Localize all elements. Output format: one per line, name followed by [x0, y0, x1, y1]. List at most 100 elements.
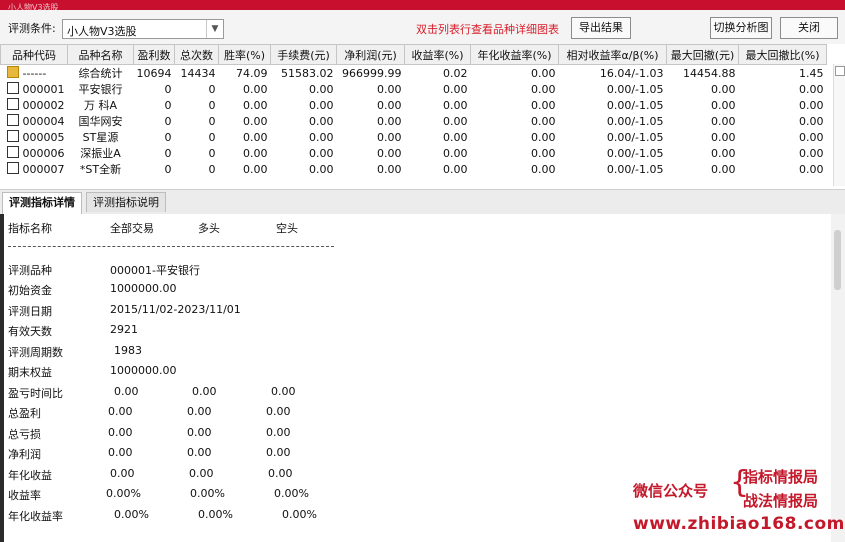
switch-chart-button[interactable]: 切换分析图 [710, 17, 772, 39]
metric-short: 0.00 [266, 426, 291, 439]
table-row[interactable]: 000006 深振业A 0 0 0.00 0.00 0.00 0.00 0.00… [1, 145, 827, 161]
condition-select[interactable]: 小人物V3选股 ▼ [62, 19, 224, 39]
cell-value: 0.00 [309, 82, 334, 96]
info-value: 1000000.00 [110, 282, 177, 295]
cell-name: ST星源 [82, 131, 119, 144]
cell-value: 0.00 [711, 114, 736, 128]
col-header[interactable]: 品种名称 [67, 44, 134, 65]
tab-metrics-help[interactable]: 评测指标说明 [86, 192, 166, 212]
cell-value: 0.00 [377, 98, 402, 112]
cell-value: 0.00 [443, 146, 468, 160]
metric-label: 净利润 [8, 448, 41, 461]
cell-value: 0.00/-1.05 [606, 130, 664, 144]
metric-short: 0.00 [266, 446, 291, 459]
col-header[interactable]: 相对收益率α/β(%) [558, 44, 667, 65]
chevron-down-icon[interactable]: ▼ [206, 20, 223, 38]
cell-value: 0.00/-1.05 [606, 82, 664, 96]
cell-value: 0 [164, 146, 172, 160]
metric-label: 总亏损 [8, 428, 41, 441]
cell-name: 国华网安 [78, 115, 123, 128]
info-label: 有效天数 [8, 325, 52, 338]
table-row[interactable]: 000005 ST星源 0 0 0.00 0.00 0.00 0.00 0.00… [1, 129, 827, 145]
col-header[interactable]: 盈利数 [133, 44, 175, 65]
cell-value: 0.00 [443, 98, 468, 112]
cell-value: 0.00 [243, 98, 268, 112]
cell-value: 0 [164, 98, 172, 112]
checkbox[interactable] [6, 82, 19, 94]
metric-all: 0.00 [108, 446, 133, 459]
cell-name: 深振业A [80, 147, 121, 160]
panel-border [0, 214, 4, 542]
cell-value: 0.00 [711, 82, 736, 96]
detail-header-name: 指标名称 [8, 222, 52, 235]
cell-value: 0 [164, 114, 172, 128]
condition-value: 小人物V3选股 [67, 25, 137, 38]
cell-code: ------ [22, 67, 47, 80]
table-row-summary[interactable]: ------ 综合统计 10694 14434 74.09 51583.02 9… [1, 65, 827, 82]
metric-all: 0.00% [106, 487, 141, 500]
checkbox[interactable] [6, 130, 19, 142]
col-header[interactable]: 最大回撤比(%) [738, 44, 827, 65]
close-button[interactable]: 关闭 [780, 17, 838, 39]
cell-value: 0.00 [711, 162, 736, 176]
metric-label: 年化收益率 [8, 510, 63, 523]
col-header[interactable]: 手续费(元) [270, 44, 337, 65]
cell-value: 0 [208, 162, 216, 176]
info-label: 评测日期 [8, 305, 52, 318]
table-row[interactable]: 000004 国华网安 0 0 0.00 0.00 0.00 0.00 0.00… [1, 113, 827, 129]
col-header[interactable]: 胜率(%) [218, 44, 271, 65]
tab-metrics-detail[interactable]: 评测指标详情 [2, 192, 82, 214]
cell-value: 0.00 [531, 82, 556, 96]
col-header[interactable]: 净利润(元) [336, 44, 405, 65]
cell-value: 0.00 [377, 114, 402, 128]
metric-short: 0.00% [274, 487, 309, 500]
summary-icon [6, 66, 19, 78]
scroll-box[interactable] [835, 66, 845, 76]
detail-header-long: 多头 [198, 222, 220, 235]
cell-name: 综合统计 [78, 67, 123, 80]
info-label: 评测周期数 [8, 346, 63, 359]
cell-value: 1.45 [799, 66, 824, 80]
cell-code: 000002 [22, 99, 65, 112]
checkbox[interactable] [6, 98, 19, 110]
cell-value: 966999.99 [342, 66, 402, 80]
cell-value: 0.00 [443, 82, 468, 96]
metric-long: 0.00 [189, 467, 214, 480]
cell-value: 0.00 [711, 98, 736, 112]
cell-code: 000007 [22, 163, 65, 176]
col-header[interactable]: 收益率(%) [404, 44, 471, 65]
metric-long: 0.00% [190, 487, 225, 500]
cell-value: 74.09 [236, 66, 268, 80]
col-header[interactable]: 最大回撤(元) [666, 44, 739, 65]
cell-value: 0.00 [711, 146, 736, 160]
checkbox[interactable] [6, 146, 19, 158]
cell-value: 0.00 [243, 162, 268, 176]
metric-label: 收益率 [8, 489, 41, 502]
metric-short: 0.00 [271, 385, 296, 398]
table-row[interactable]: 000001 平安银行 0 0 0.00 0.00 0.00 0.00 0.00… [1, 81, 827, 97]
cell-value: 0.00 [377, 130, 402, 144]
cell-value: 0.00 [243, 130, 268, 144]
table-row[interactable]: 000002 万 科A 0 0 0.00 0.00 0.00 0.00 0.00… [1, 97, 827, 113]
table-header-row: 品种代码 品种名称 盈利数 总次数 胜率(%) 手续费(元) 净利润(元) 收益… [0, 44, 827, 65]
col-header[interactable]: 品种代码 [0, 44, 68, 65]
cell-value: 0.02 [443, 66, 468, 80]
cell-value: 0.00 [443, 162, 468, 176]
export-button[interactable]: 导出结果 [571, 17, 631, 39]
table-row[interactable]: 000007 *ST全新 0 0 0.00 0.00 0.00 0.00 0.0… [1, 161, 827, 177]
cell-value: 0 [164, 162, 172, 176]
metric-all: 0.00 [114, 385, 139, 398]
cell-value: 0.00 [531, 98, 556, 112]
metric-all: 0.00 [108, 405, 133, 418]
cell-value: 10694 [136, 66, 172, 80]
cell-value: 0.00/-1.05 [606, 114, 664, 128]
col-header[interactable]: 总次数 [174, 44, 219, 65]
cell-name: *ST全新 [79, 163, 122, 176]
col-header[interactable]: 年化收益率(%) [470, 44, 559, 65]
checkbox[interactable] [6, 162, 19, 174]
scroll-thumb[interactable] [834, 230, 841, 290]
grid-scrollbar[interactable] [833, 64, 845, 186]
cell-code: 000001 [22, 83, 65, 96]
checkbox[interactable] [6, 114, 19, 126]
info-value: 2015/11/02-2023/11/01 [110, 303, 241, 316]
